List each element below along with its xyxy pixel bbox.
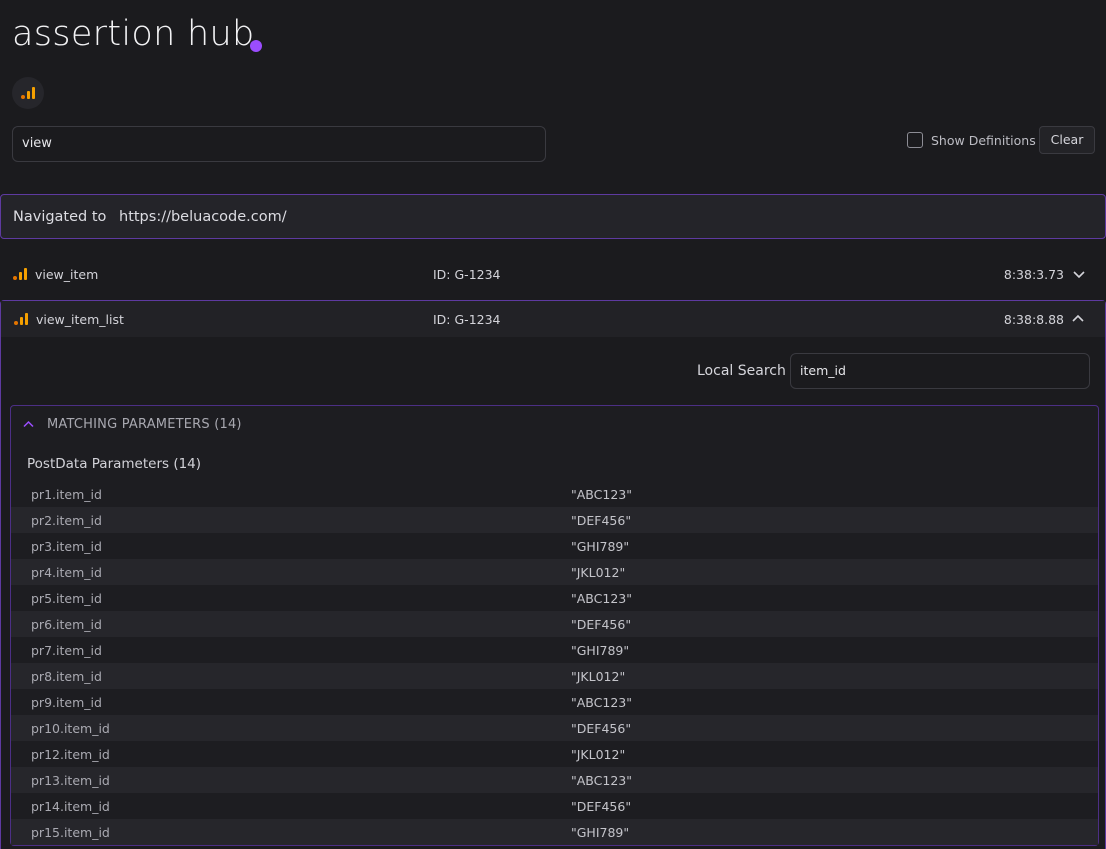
parameter-key: pr4.item_id	[31, 564, 102, 580]
analytics-badge[interactable]	[12, 77, 44, 109]
parameter-key: pr10.item_id	[31, 720, 110, 736]
parameter-key: pr15.item_id	[31, 824, 110, 840]
parameter-key: pr12.item_id	[31, 746, 110, 762]
parameter-value: "JKL012"	[571, 668, 626, 684]
parameter-value: "DEF456"	[571, 798, 632, 814]
parameter-row: pr1.item_id "ABC123"	[11, 481, 1098, 507]
parameter-value: "GHI789"	[571, 538, 630, 554]
clear-button[interactable]: Clear	[1039, 126, 1095, 154]
parameter-key: pr3.item_id	[31, 538, 102, 554]
parameter-key: pr7.item_id	[31, 642, 102, 658]
event-row-view-item[interactable]: view_item ID: G-1234 8:38:3.73	[0, 255, 1106, 293]
parameter-value: "ABC123"	[571, 772, 632, 788]
parameter-key: pr9.item_id	[31, 694, 102, 710]
parameter-key: pr14.item_id	[31, 798, 110, 814]
event-time: 8:38:8.88	[1003, 311, 1064, 327]
parameter-row: pr9.item_id "ABC123"	[11, 689, 1098, 715]
analytics-bars-icon	[21, 87, 35, 99]
show-definitions-label: Show Definitions	[931, 132, 1036, 148]
event-time: 8:38:3.73	[1003, 266, 1064, 282]
parameter-key: pr8.item_id	[31, 668, 102, 684]
parameter-row: pr7.item_id "GHI789"	[11, 637, 1098, 663]
logo-dot	[250, 40, 262, 52]
parameter-value: "ABC123"	[571, 486, 632, 502]
event-row-view-item-list[interactable]: view_item_list ID: G-1234 8:38:8.88	[1, 301, 1105, 337]
parameter-key: pr5.item_id	[31, 590, 102, 606]
parameter-row: pr3.item_id "GHI789"	[11, 533, 1098, 559]
parameter-row: pr10.item_id "DEF456"	[11, 715, 1098, 741]
event-name: view_item	[35, 266, 99, 282]
navigation-url[interactable]: https://beluacode.com/	[119, 209, 287, 225]
parameter-row: pr15.item_id "GHI789"	[11, 819, 1098, 845]
parameter-value: "GHI789"	[571, 824, 630, 840]
postdata-title: PostData Parameters (14)	[27, 456, 202, 472]
matching-parameters-header[interactable]: MATCHING PARAMETERS (14)	[22, 417, 242, 432]
event-name: view_item_list	[36, 311, 124, 327]
parameter-key: pr2.item_id	[31, 512, 102, 528]
parameter-value: "JKL012"	[571, 564, 626, 580]
parameter-value: "ABC123"	[571, 694, 632, 710]
event-id: ID: G-1234	[433, 266, 501, 282]
local-search-label: Local Search	[697, 363, 786, 379]
analytics-bars-icon	[14, 313, 28, 325]
event-detail-panel: view_item_list ID: G-1234 8:38:8.88 Loca…	[0, 300, 1106, 849]
app-logo: assertion hub	[12, 14, 255, 54]
parameter-row: pr14.item_id "DEF456"	[11, 793, 1098, 819]
parameter-value: "DEF456"	[571, 512, 632, 528]
search-input[interactable]: view	[12, 126, 546, 162]
parameter-key: pr1.item_id	[31, 486, 102, 502]
chevron-up-icon[interactable]	[1071, 312, 1085, 326]
parameter-value: "DEF456"	[571, 720, 632, 736]
parameter-row: pr2.item_id "DEF456"	[11, 507, 1098, 533]
navigation-bar: Navigated to https://beluacode.com/	[0, 194, 1106, 239]
parameter-value: "ABC123"	[571, 590, 632, 606]
parameter-key: pr6.item_id	[31, 616, 102, 632]
parameter-row: pr12.item_id "JKL012"	[11, 741, 1098, 767]
event-id: ID: G-1234	[433, 311, 501, 327]
analytics-bars-icon	[13, 268, 27, 280]
parameter-row: pr13.item_id "ABC123"	[11, 767, 1098, 793]
local-search-input[interactable]: item_id	[790, 353, 1090, 389]
parameter-row: pr6.item_id "DEF456"	[11, 611, 1098, 637]
parameter-row: pr5.item_id "ABC123"	[11, 585, 1098, 611]
show-definitions-toggle[interactable]: Show Definitions	[907, 131, 1036, 149]
parameter-value: "DEF456"	[571, 616, 632, 632]
matching-parameters-panel: MATCHING PARAMETERS (14) PostData Parame…	[10, 405, 1099, 846]
chevron-up-icon	[23, 420, 34, 428]
parameters-table: pr1.item_id "ABC123" pr2.item_id "DEF456" pr…	[11, 481, 1098, 845]
navigation-label: Navigated to	[13, 208, 107, 225]
parameter-row: pr4.item_id "JKL012"	[11, 559, 1098, 585]
parameter-key: pr13.item_id	[31, 772, 110, 788]
show-definitions-checkbox[interactable]	[907, 132, 923, 148]
matching-parameters-title: MATCHING PARAMETERS (14)	[47, 417, 242, 432]
parameter-row: pr8.item_id "JKL012"	[11, 663, 1098, 689]
parameter-value: "GHI789"	[571, 642, 630, 658]
parameter-value: "JKL012"	[571, 746, 626, 762]
chevron-down-icon[interactable]	[1072, 267, 1086, 281]
